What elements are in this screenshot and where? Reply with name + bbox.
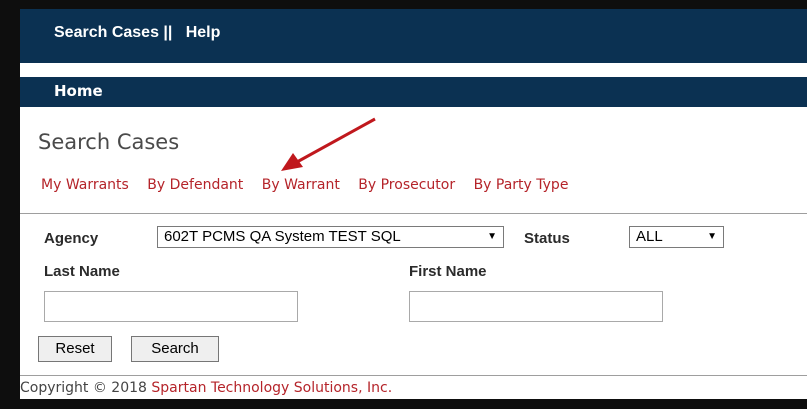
status-select-value: ALL xyxy=(636,228,663,245)
nav-home[interactable]: Home xyxy=(54,82,103,100)
home-nav-bar: Home xyxy=(20,77,807,107)
tab-by-defendant[interactable]: By Defendant xyxy=(147,177,243,193)
top-nav-bar: Search Cases || Help xyxy=(20,9,807,63)
top-nav: Search Cases || Help xyxy=(54,24,220,42)
first-name-input[interactable] xyxy=(409,291,663,322)
company-link[interactable]: Spartan Technology Solutions, Inc. xyxy=(151,380,392,396)
annotation-arrow-icon xyxy=(281,117,376,171)
screenshot-frame: Search Cases || Help Home Search Cases M… xyxy=(0,0,807,409)
reset-button[interactable]: Reset xyxy=(38,336,112,362)
tab-my-warrants[interactable]: My Warrants xyxy=(41,177,129,193)
nav-help[interactable]: Help xyxy=(186,24,221,41)
tab-by-warrant[interactable]: By Warrant xyxy=(262,177,340,193)
agency-label: Agency xyxy=(44,230,99,247)
copyright-text: Copyright © 2018 xyxy=(20,380,152,396)
tab-by-prosecutor[interactable]: By Prosecutor xyxy=(358,177,455,193)
agency-select-value: 602T PCMS QA System TEST SQL xyxy=(164,228,401,245)
status-select[interactable]: ALL ▼ xyxy=(629,226,724,248)
first-name-label: First Name xyxy=(409,263,487,280)
page-title: Search Cases xyxy=(38,130,180,154)
chevron-down-icon: ▼ xyxy=(487,231,497,242)
footer-divider xyxy=(20,375,807,376)
tab-by-party-type[interactable]: By Party Type xyxy=(474,177,569,193)
search-tabs: My Warrants By Defendant By Warrant By P… xyxy=(41,177,582,193)
section-divider xyxy=(20,213,807,214)
footer: Copyright © 2018 Spartan Technology Solu… xyxy=(20,380,392,396)
nav-search-cases[interactable]: Search Cases || xyxy=(54,24,172,41)
last-name-input[interactable] xyxy=(44,291,298,322)
search-button[interactable]: Search xyxy=(131,336,219,362)
browser-viewport: Search Cases || Help Home Search Cases M… xyxy=(20,9,807,399)
agency-select[interactable]: 602T PCMS QA System TEST SQL ▼ xyxy=(157,226,504,248)
chevron-down-icon: ▼ xyxy=(707,231,717,242)
status-label: Status xyxy=(524,230,570,247)
last-name-label: Last Name xyxy=(44,263,120,280)
